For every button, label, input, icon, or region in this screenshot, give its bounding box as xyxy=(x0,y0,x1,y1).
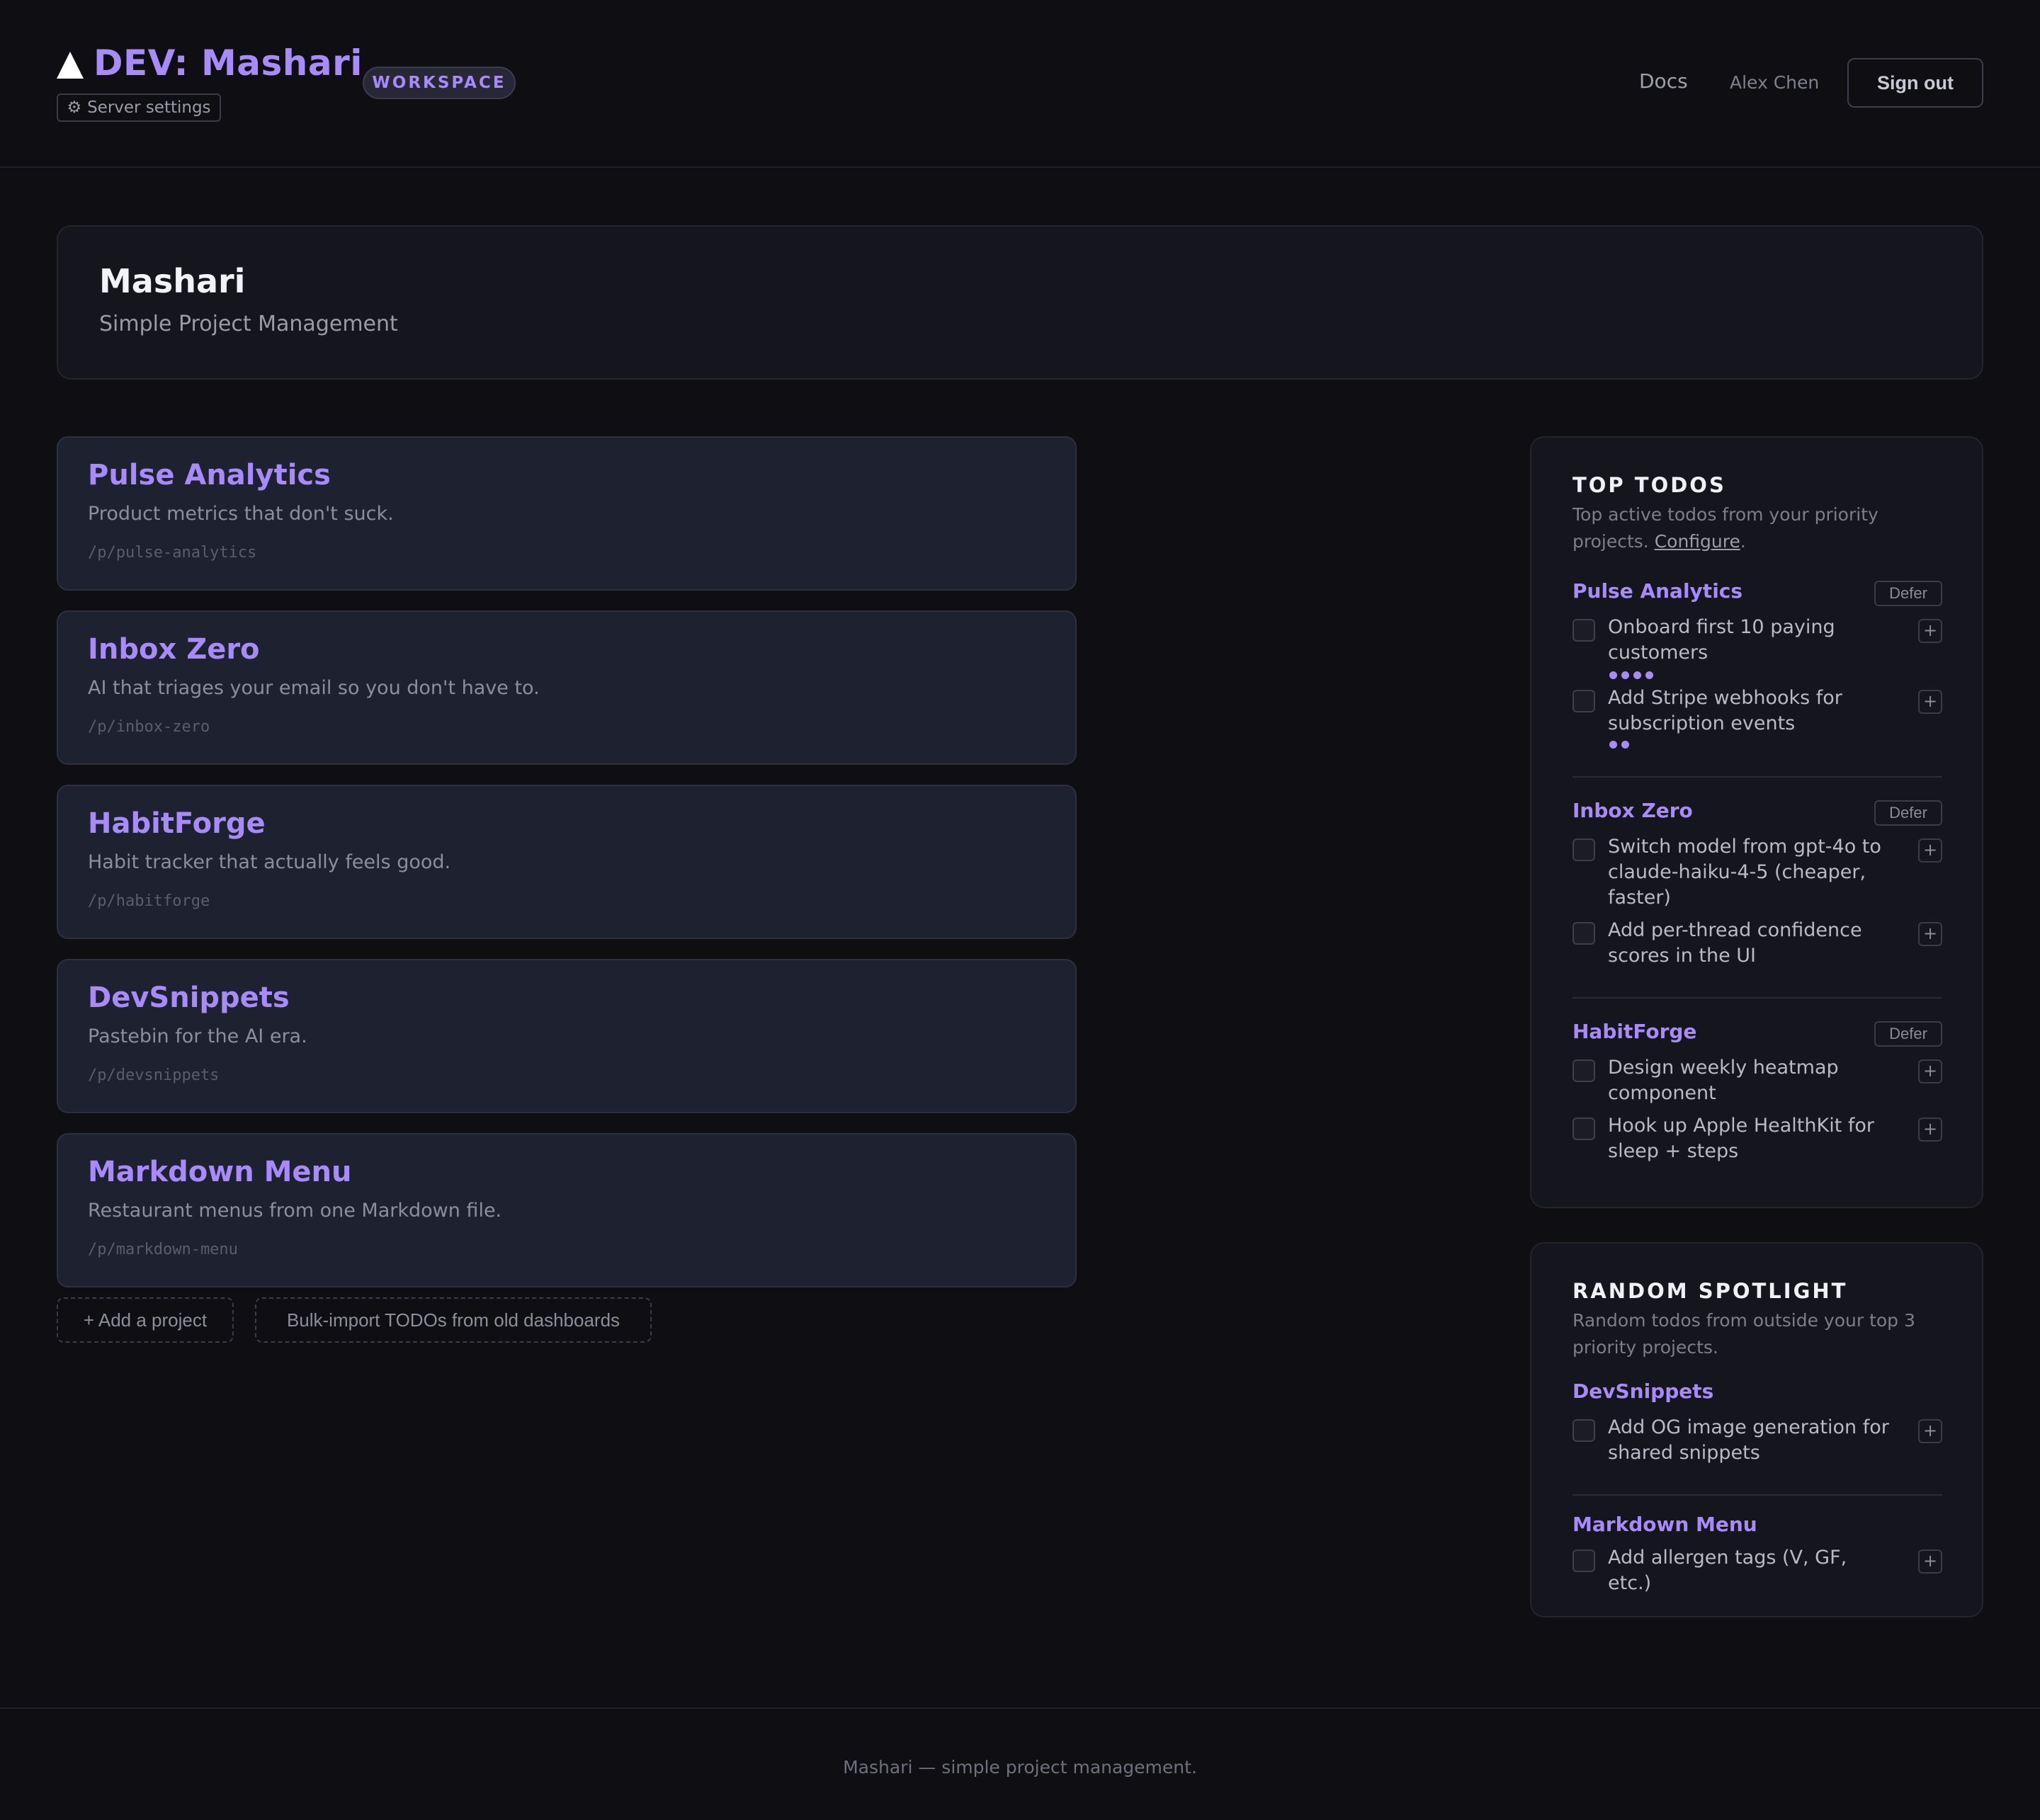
todo-checkbox[interactable] xyxy=(1572,1549,1595,1572)
project-description: Pastebin for the AI era. xyxy=(88,1025,307,1047)
todo-checkbox[interactable] xyxy=(1572,1419,1595,1442)
todo-checkbox[interactable] xyxy=(1572,922,1595,945)
priority-dot xyxy=(1645,671,1653,679)
workspace-badge: WORKSPACE xyxy=(363,67,516,99)
top-todos-description-end: . xyxy=(1740,531,1746,552)
todo-checkbox[interactable] xyxy=(1572,619,1595,642)
project-name[interactable]: Pulse Analytics xyxy=(88,459,331,491)
todo-group-habitforge[interactable]: HabitForge xyxy=(1572,1020,1696,1043)
hero-card: Mashari Simple Project Management xyxy=(57,225,1983,380)
project-card-habitforge[interactable]: HabitForge Habit tracker that actually f… xyxy=(57,785,1077,939)
todo-text: Add allergen tags (V, GF, etc.) xyxy=(1608,1547,1847,1594)
project-name[interactable]: Markdown Menu xyxy=(88,1156,351,1188)
random-spotlight-description: Random todos from outside your top 3 pri… xyxy=(1572,1310,1915,1358)
random-spotlight-title: RANDOM SPOTLIGHT xyxy=(1572,1279,1848,1303)
project-card-devsnippets[interactable]: DevSnippets Pastebin for the AI era. /p/… xyxy=(57,959,1077,1113)
defer-button[interactable]: Defer xyxy=(1874,1021,1942,1047)
bulk-import-button[interactable]: Bulk-import TODOs from old dashboards xyxy=(255,1297,652,1343)
top-todos-panel: TOP TODOS Top active todos from your pri… xyxy=(1530,436,1983,1208)
footer-text: Mashari — simple project management. xyxy=(843,1757,1197,1778)
sign-out-button[interactable]: Sign out xyxy=(1847,58,1983,108)
hero-subtitle: Simple Project Management xyxy=(99,312,398,336)
plus-icon[interactable]: + xyxy=(1918,690,1942,714)
project-slug: /p/inbox-zero xyxy=(88,718,210,736)
todo-text: Add per-thread confidence scores in the … xyxy=(1608,919,1862,967)
triangle-logo-icon xyxy=(57,52,84,79)
priority-dot xyxy=(1621,671,1629,679)
todo-text: Onboard first 10 paying customers xyxy=(1608,616,1835,664)
user-name: Alex Chen xyxy=(1730,72,1820,93)
priority-dots xyxy=(1609,741,1629,749)
plus-icon[interactable]: + xyxy=(1918,1419,1942,1443)
project-description: Product metrics that don't suck. xyxy=(88,503,394,525)
todo-text: Design weekly heatmap component xyxy=(1608,1057,1839,1104)
hero-title: Mashari xyxy=(99,262,246,300)
project-description: Habit tracker that actually feels good. xyxy=(88,851,451,873)
top-header: DEV: Mashari WORKSPACE ⚙ Server settings… xyxy=(0,0,2040,168)
spotlight-group-devsnippets[interactable]: DevSnippets xyxy=(1572,1380,1713,1403)
project-slug: /p/habitforge xyxy=(88,892,210,910)
configure-link[interactable]: Configure xyxy=(1655,531,1740,552)
todo-text: Hook up Apple HealthKit for sleep + step… xyxy=(1608,1115,1874,1162)
project-description: Restaurant menus from one Markdown file. xyxy=(88,1200,502,1222)
priority-dot xyxy=(1633,671,1641,679)
group-divider xyxy=(1572,1494,1942,1496)
project-name[interactable]: Inbox Zero xyxy=(88,633,260,666)
plus-icon[interactable]: + xyxy=(1918,1059,1942,1084)
add-project-button[interactable]: + Add a project xyxy=(57,1297,234,1343)
todo-text: Add Stripe webhooks for subscription eve… xyxy=(1608,687,1842,734)
todo-checkbox[interactable] xyxy=(1572,1117,1595,1140)
nav-docs-link[interactable]: Docs xyxy=(1639,69,1688,93)
project-slug: /p/pulse-analytics xyxy=(88,544,257,562)
group-divider xyxy=(1572,776,1942,778)
priority-dot xyxy=(1621,741,1629,749)
server-settings-link[interactable]: ⚙ Server settings xyxy=(57,93,221,122)
todo-text: Add OG image generation for shared snipp… xyxy=(1608,1416,1889,1464)
app-title[interactable]: DEV: Mashari xyxy=(94,42,363,84)
spotlight-group-markdown-menu[interactable]: Markdown Menu xyxy=(1572,1513,1757,1536)
page-footer: Mashari — simple project management. xyxy=(0,1707,2040,1820)
project-slug: /p/devsnippets xyxy=(88,1067,220,1084)
project-name[interactable]: DevSnippets xyxy=(88,982,290,1014)
defer-button[interactable]: Defer xyxy=(1874,800,1942,826)
project-card-pulse-analytics[interactable]: Pulse Analytics Product metrics that don… xyxy=(57,436,1077,591)
priority-dots xyxy=(1609,671,1653,679)
project-description: AI that triages your email so you don't … xyxy=(88,677,540,699)
plus-icon[interactable]: + xyxy=(1918,1117,1942,1142)
priority-dot xyxy=(1609,671,1617,679)
plus-icon[interactable]: + xyxy=(1918,838,1942,863)
todo-group-pulse-analytics[interactable]: Pulse Analytics xyxy=(1572,579,1742,603)
plus-icon[interactable]: + xyxy=(1918,922,1942,946)
todo-text: Switch model from gpt-4o to claude-haiku… xyxy=(1608,836,1881,909)
top-todos-description: Top active todos from your priority proj… xyxy=(1572,501,1948,555)
plus-icon[interactable]: + xyxy=(1918,619,1942,643)
priority-dot xyxy=(1609,741,1617,749)
defer-button[interactable]: Defer xyxy=(1874,581,1942,606)
todo-checkbox[interactable] xyxy=(1572,1059,1595,1082)
top-todos-title: TOP TODOS xyxy=(1572,473,1726,497)
gear-icon: ⚙ xyxy=(67,98,82,117)
project-card-markdown-menu[interactable]: Markdown Menu Restaurant menus from one … xyxy=(57,1133,1077,1287)
server-settings-label: Server settings xyxy=(87,98,211,117)
group-divider xyxy=(1572,997,1942,999)
project-name[interactable]: HabitForge xyxy=(88,807,266,840)
project-slug: /p/markdown-menu xyxy=(88,1241,238,1258)
plus-icon[interactable]: + xyxy=(1918,1549,1942,1574)
todo-group-inbox-zero[interactable]: Inbox Zero xyxy=(1572,799,1693,822)
project-card-inbox-zero[interactable]: Inbox Zero AI that triages your email so… xyxy=(57,610,1077,765)
todo-checkbox[interactable] xyxy=(1572,690,1595,712)
random-spotlight-panel: RANDOM SPOTLIGHT Random todos from outsi… xyxy=(1530,1242,1983,1617)
todo-checkbox[interactable] xyxy=(1572,838,1595,861)
brand[interactable]: DEV: Mashari xyxy=(57,42,363,84)
